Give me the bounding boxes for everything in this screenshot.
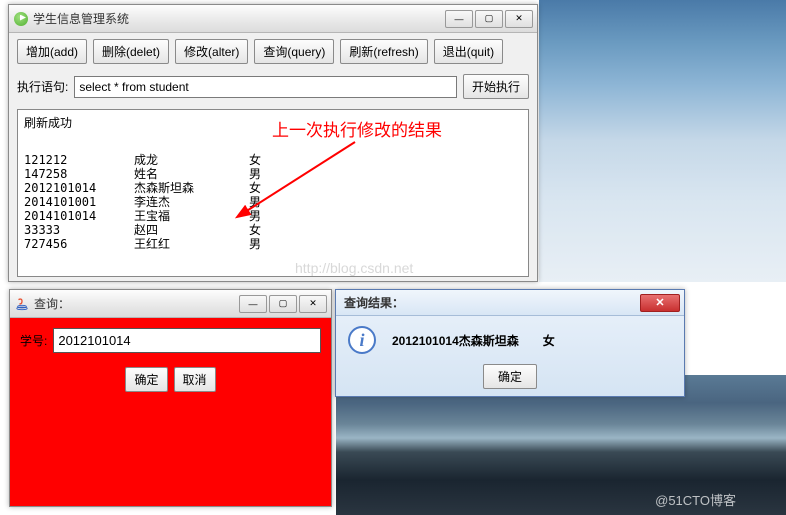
result-dialog-title: 查询结果： (340, 294, 640, 311)
annotation-arrow (235, 130, 375, 230)
result-dialog: 查询结果： ✕ i 2012101014杰森斯坦森 女 确定 (335, 289, 685, 397)
result-body: i 2012101014杰森斯坦森 女 确定 (336, 316, 684, 399)
student-id-input[interactable] (53, 328, 321, 353)
query-close-button[interactable]: ✕ (299, 295, 327, 313)
sql-input[interactable] (74, 76, 457, 98)
query-titlebar: 查询： — ▢ ✕ (10, 290, 331, 318)
query-ok-button[interactable]: 确定 (125, 367, 167, 392)
result-ok-button[interactable]: 确定 (483, 364, 537, 389)
minimize-button[interactable]: — (445, 10, 473, 28)
add-button[interactable]: 增加(add) (17, 39, 87, 64)
alter-button[interactable]: 修改(alter) (175, 39, 248, 64)
query-field-row: 学号: (20, 328, 321, 353)
window-controls: — ▢ ✕ (445, 10, 533, 28)
quit-button[interactable]: 退出(quit) (434, 39, 503, 64)
table-row: 727456王红红男 (24, 237, 522, 251)
watermark-blog: http://blog.csdn.net (295, 260, 413, 276)
student-id-label: 学号: (20, 332, 47, 349)
query-cancel-button[interactable]: 取消 (174, 367, 216, 392)
result-message: 2012101014杰森斯坦森 女 (392, 332, 672, 349)
background-sky (539, 0, 786, 282)
maximize-button[interactable]: ▢ (475, 10, 503, 28)
query-button[interactable]: 查询(query) (254, 39, 334, 64)
refresh-button[interactable]: 刷新(refresh) (340, 39, 427, 64)
close-button[interactable]: ✕ (505, 10, 533, 28)
query-minimize-button[interactable]: — (239, 295, 267, 313)
query-window-controls: — ▢ ✕ (239, 295, 327, 313)
watermark-cto: @51CTO博客 (655, 490, 736, 509)
result-message-row: i 2012101014杰森斯坦森 女 (348, 326, 672, 354)
query-maximize-button[interactable]: ▢ (269, 295, 297, 313)
result-close-button[interactable]: ✕ (640, 294, 680, 312)
execute-button[interactable]: 开始执行 (463, 74, 529, 99)
query-row: 执行语句: 开始执行 (9, 70, 537, 103)
delete-button[interactable]: 删除(delet) (93, 39, 169, 64)
query-dialog: 查询： — ▢ ✕ 学号: 确定 取消 (9, 289, 332, 507)
info-icon: i (348, 326, 376, 354)
query-body: 学号: 确定 取消 (10, 318, 331, 506)
query-label: 执行语句: (17, 78, 68, 95)
main-titlebar: 学生信息管理系统 — ▢ ✕ (9, 5, 537, 33)
app-icon (13, 11, 29, 27)
main-title: 学生信息管理系统 (33, 10, 445, 27)
toolbar: 增加(add) 删除(delet) 修改(alter) 查询(query) 刷新… (9, 33, 537, 70)
query-dialog-title: 查询： (34, 295, 239, 312)
query-buttons: 确定 取消 (20, 367, 321, 392)
result-titlebar: 查询结果： ✕ (336, 290, 684, 316)
java-icon (14, 296, 30, 312)
